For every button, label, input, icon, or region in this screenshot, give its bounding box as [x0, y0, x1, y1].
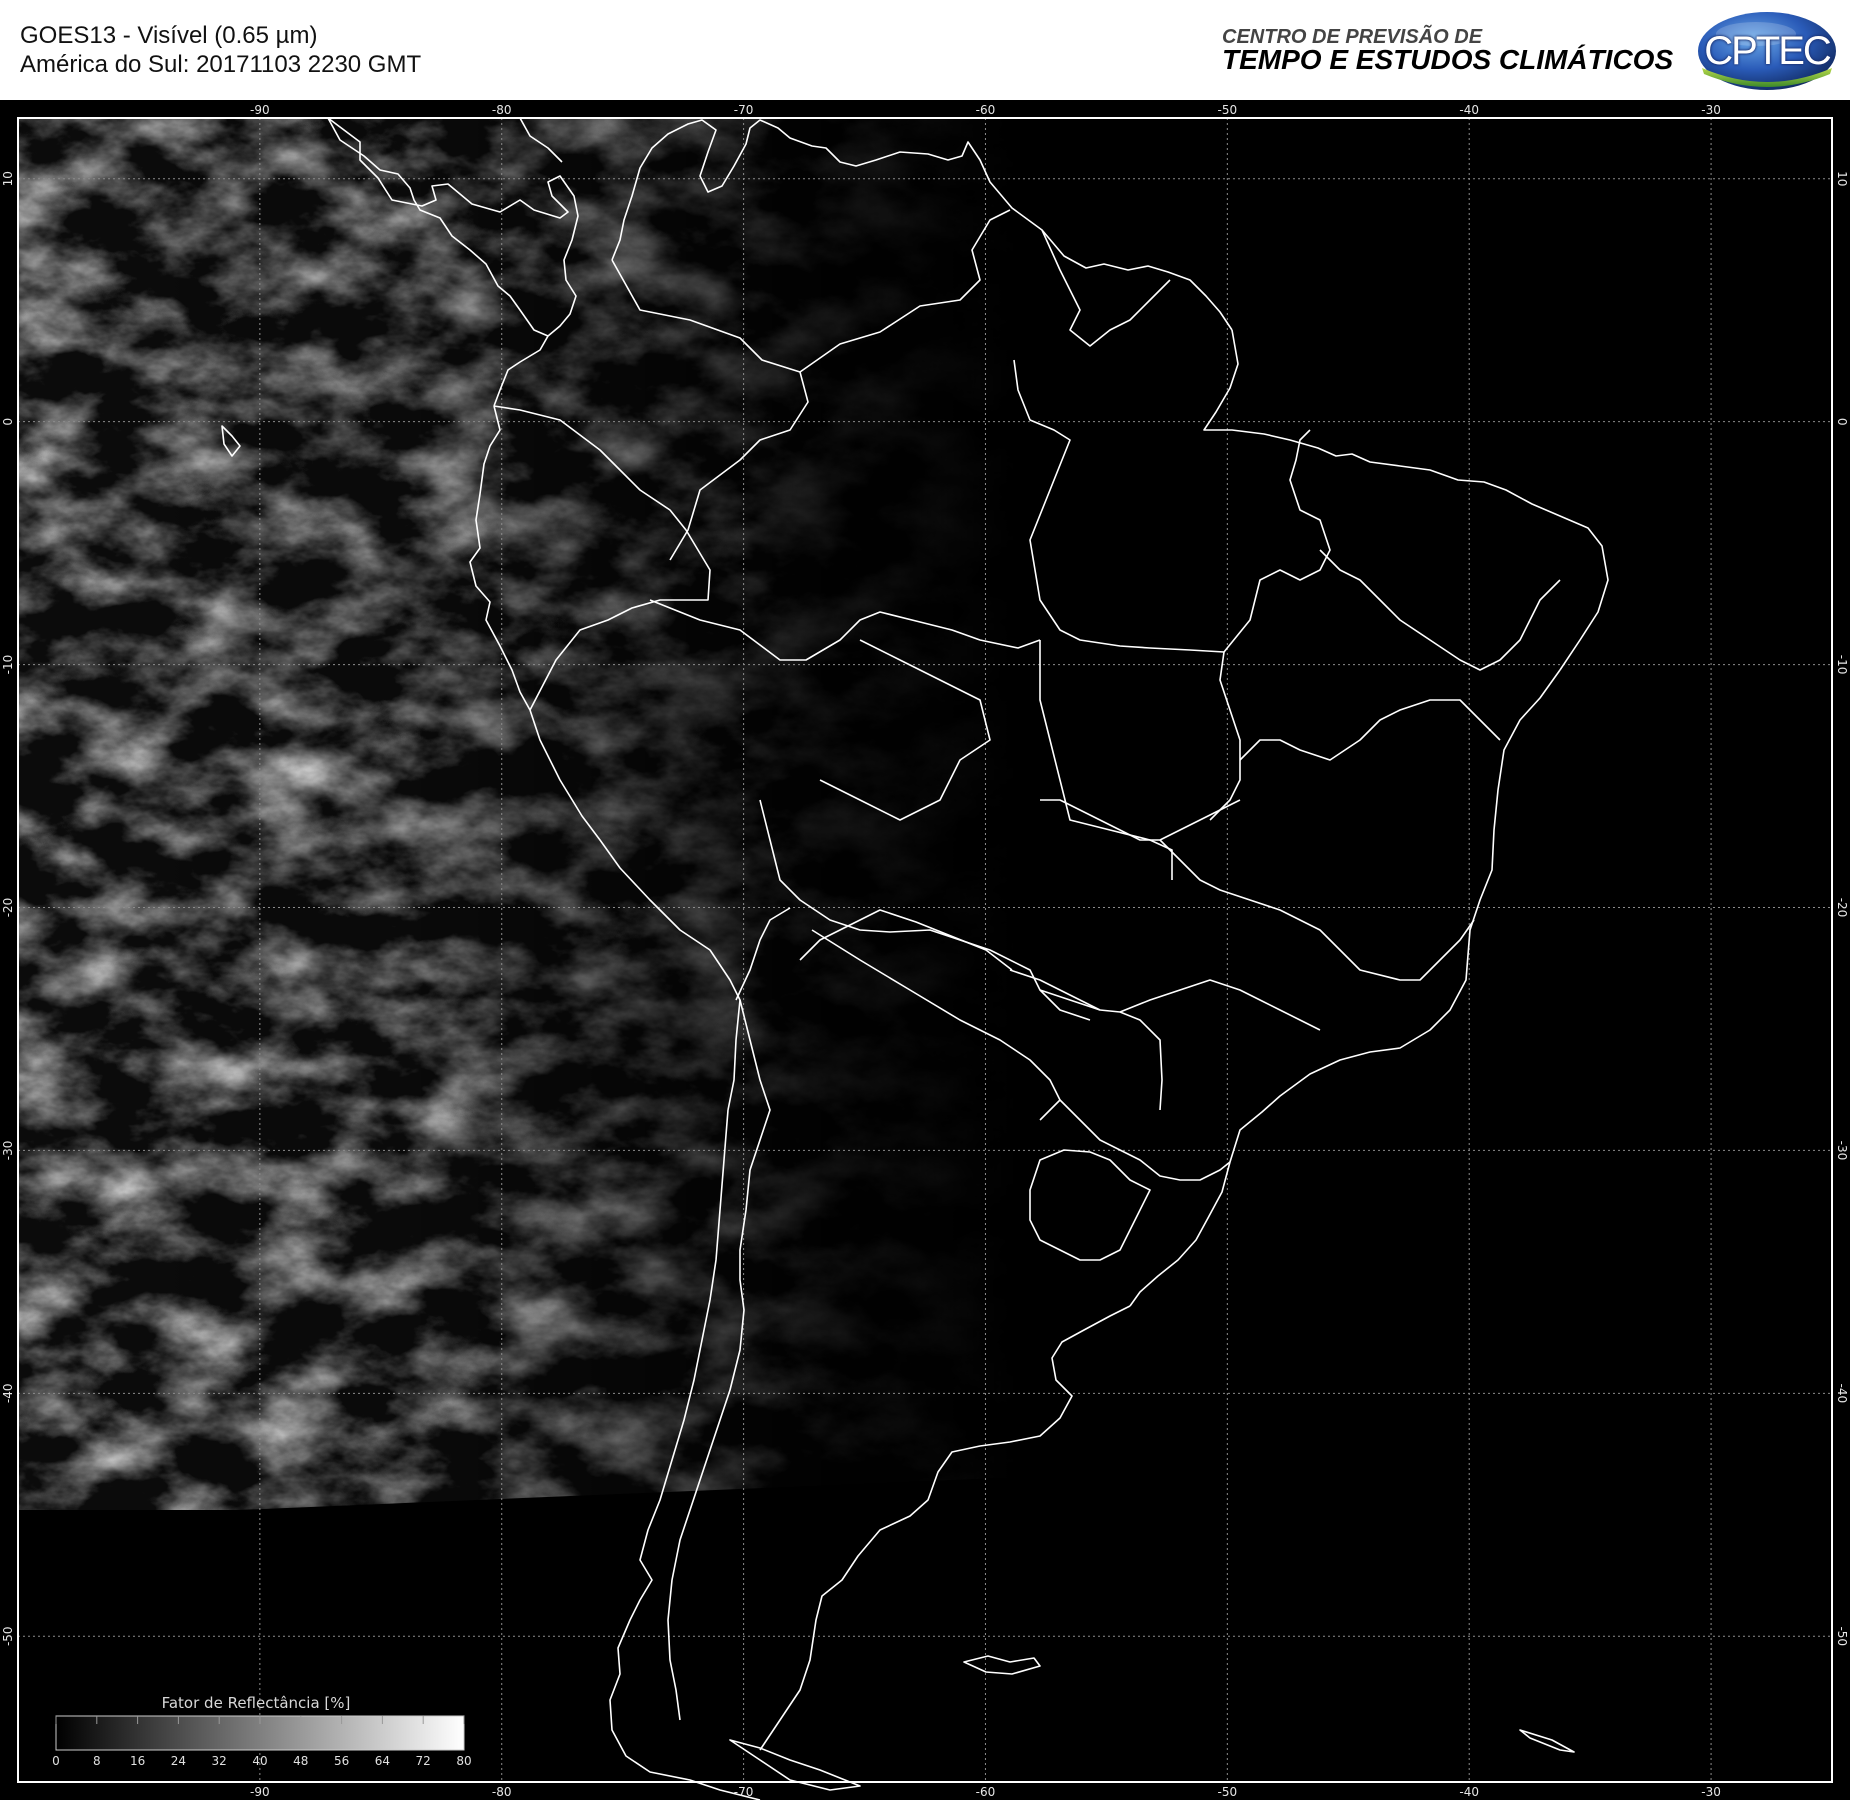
colorbar-tick-label: 8	[93, 1754, 101, 1768]
cloud-imagery	[18, 118, 1018, 1518]
lat-tick-label-left: -50	[1, 1626, 15, 1646]
lat-tick-label-left: -20	[1, 898, 15, 918]
satellite-map: -90 -80 -70 -60 -50 -40 -30 -90 -80 -70 -60 -50 -40…	[0, 100, 1850, 1800]
logo-text: CPTEC	[1704, 28, 1832, 73]
lon-tick-label-top: -30	[1701, 103, 1721, 117]
colorbar-tick-label: 16	[130, 1754, 145, 1768]
lat-tick-label-left: 0	[1, 418, 15, 426]
region-datetime: América do Sul: 20171103 2230 GMT	[20, 51, 422, 78]
lon-tick-label-bottom: -30	[1701, 1785, 1721, 1799]
colorbar-tick-label: 48	[293, 1754, 308, 1768]
colorbar-tick-label: 72	[416, 1754, 431, 1768]
lon-tick-label-bottom: -90	[250, 1785, 270, 1799]
satellite-map-svg: -90 -80 -70 -60 -50 -40 -30 -90 -80 -70 -60 -50 -40…	[0, 100, 1850, 1800]
lat-tick-label-right: -40	[1835, 1384, 1849, 1404]
lat-tick-label-right: -20	[1835, 898, 1849, 918]
lon-tick-label-top: -50	[1218, 103, 1238, 117]
lat-tick-label-right: -50	[1835, 1626, 1849, 1646]
colorbar-tick-label: 64	[375, 1754, 390, 1768]
org-name-line2: TEMPO E ESTUDOS CLIMÁTICOS	[1222, 44, 1674, 75]
lat-tick-label-left: 10	[1, 171, 15, 186]
lon-tick-label-top: -60	[976, 103, 996, 117]
colorbar-tick-label: 56	[334, 1754, 349, 1768]
colorbar-tick-label: 32	[212, 1754, 227, 1768]
colorbar-tick-label: 80	[456, 1754, 471, 1768]
lon-tick-label-top: -40	[1459, 103, 1479, 117]
product-title: GOES13 - Visível (0.65 µm)	[20, 22, 318, 49]
colorbar-tick-label: 24	[171, 1754, 186, 1768]
lon-tick-label-bottom: -60	[976, 1785, 996, 1799]
lat-tick-label-right: -10	[1835, 655, 1849, 675]
lat-tick-label-left: -30	[1, 1141, 15, 1161]
cptec-globe-logo-icon: CPTEC	[1696, 10, 1838, 92]
lon-tick-label-top: -80	[492, 103, 512, 117]
lon-tick-label-bottom: -40	[1459, 1785, 1479, 1799]
colorbar-title: Fator de Reflectância [%]	[162, 1694, 351, 1712]
header: GOES13 - Visível (0.65 µm) América do Su…	[0, 0, 1850, 100]
lon-tick-label-top: -90	[250, 103, 270, 117]
lat-tick-label-right: 0	[1835, 418, 1849, 426]
lon-tick-label-bottom: -70	[734, 1785, 754, 1799]
lat-tick-label-right: -30	[1835, 1141, 1849, 1161]
lon-tick-label-top: -70	[734, 103, 754, 117]
colorbar-tick-label: 40	[252, 1754, 267, 1768]
colorbar-tick-label: 0	[52, 1754, 60, 1768]
lat-tick-label-right: 10	[1835, 171, 1849, 186]
lat-tick-label-left: -10	[1, 655, 15, 675]
lon-tick-label-bottom: -80	[492, 1785, 512, 1799]
lon-tick-label-bottom: -50	[1218, 1785, 1238, 1799]
lat-tick-label-left: -40	[1, 1384, 15, 1404]
